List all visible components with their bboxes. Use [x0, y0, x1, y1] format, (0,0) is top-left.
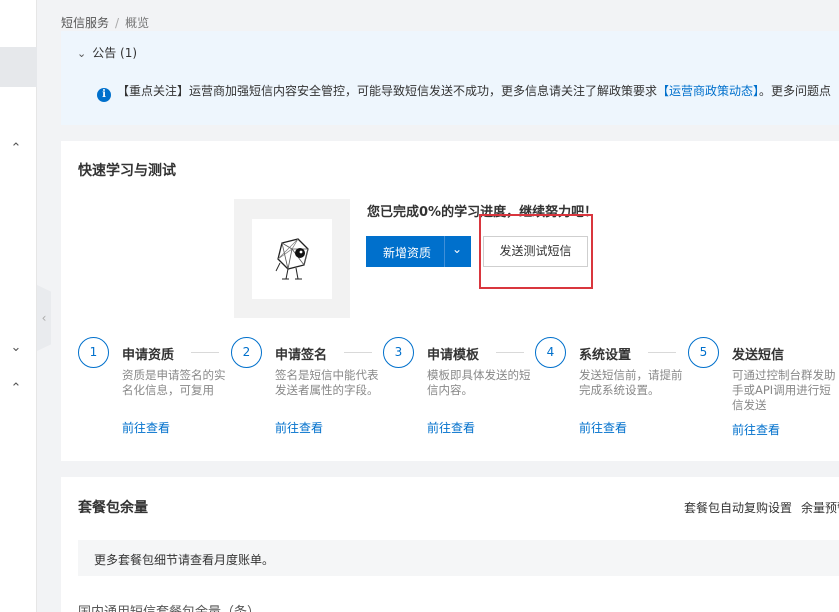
step-title: 申请资质: [122, 348, 175, 363]
sidebar: ⌃ ⌄ ⌃: [0, 0, 37, 612]
step-number: 1: [78, 337, 109, 368]
step-title: 发送短信: [732, 348, 785, 363]
carrier-policy-link[interactable]: 【运营商政策动态】: [657, 84, 759, 98]
main-content: 短信服务 / 概览 ⌄ 公告 (1) i 【重点关注】运营商加强短信内容安全管控，可能导…: [61, 0, 839, 612]
notice-header: 公告 (1): [92, 46, 138, 60]
robot-icon: [275, 238, 309, 280]
bill-tip-text: 更多套餐包细节请查看月度账单。: [94, 553, 275, 567]
chevron-down-icon[interactable]: ⌄: [8, 340, 24, 356]
step-title: 申请签名: [275, 348, 328, 363]
step-desc: 可通过控制台群发助手或API调用进行短信发送: [732, 368, 836, 412]
notice-toggle[interactable]: ⌄ 公告 (1): [77, 44, 137, 61]
package-links: 套餐包自动复购设置余量预警设: [684, 499, 839, 516]
domestic-package-subtitle: 国内通用短信套餐包余量（条）: [78, 601, 260, 612]
breadcrumb-root[interactable]: 短信服务: [61, 16, 109, 30]
info-icon: i: [97, 88, 111, 102]
step-view-link[interactable]: 前往查看: [275, 419, 323, 436]
quick-start-card: 快速学习与测试 您已完成0%的学习进度，继续努力吧！ 新增资质 ⌄ 发送测试短信…: [61, 141, 839, 461]
breadcrumb-separator: /: [115, 16, 120, 30]
chevron-down-icon: ⌄: [77, 47, 87, 60]
notice-text: 【重点关注】运营商加强短信内容安全管控，可能导致短信发送不成功，更多信息请关注了…: [117, 84, 658, 98]
balance-alert-settings-link[interactable]: 余量预警设: [801, 501, 839, 515]
step-desc: 模板即具体发送的短信内容。: [427, 368, 531, 397]
step-title: 申请模板: [427, 348, 480, 363]
breadcrumb: 短信服务 / 概览: [61, 14, 149, 31]
breadcrumb-current: 概览: [125, 16, 150, 30]
notice-panel: ⌄ 公告 (1) i 【重点关注】运营商加强短信内容安全管控，可能导致短信发送不成功…: [61, 31, 839, 125]
step-number: 5: [688, 337, 719, 368]
step-desc: 签名是短信中能代表发送者属性的字段。: [275, 368, 379, 397]
step-title: 系统设置: [579, 348, 632, 363]
step-desc: 发送短信前，请提前完成系统设置。: [579, 368, 683, 397]
package-balance-title: 套餐包余量: [78, 500, 148, 516]
add-qualification-button[interactable]: 新增资质 ⌄: [366, 236, 471, 267]
notice-body: i 【重点关注】运营商加强短信内容安全管控，可能导致短信发送不成功，更多信息请关注…: [97, 82, 831, 102]
bill-tip-bar: 更多套餐包细节请查看月度账单。: [78, 540, 839, 576]
quick-start-title: 快速学习与测试: [78, 163, 176, 179]
chevron-down-icon[interactable]: ⌄: [452, 242, 462, 256]
highlight-box: [479, 214, 593, 289]
chevron-up-icon[interactable]: ⌃: [8, 141, 24, 157]
sidebar-selected-item[interactable]: [0, 47, 37, 87]
package-balance-card: 套餐包余量 套餐包自动复购设置余量预警设 更多套餐包细节请查看月度账单。 国内通…: [61, 477, 839, 612]
chevron-up-icon[interactable]: ⌃: [8, 381, 24, 397]
step-view-link[interactable]: 前往查看: [579, 419, 627, 436]
step-number: 4: [535, 337, 566, 368]
step-number: 3: [383, 337, 414, 368]
step-desc: 资质是申请签名的实名化信息，可复用: [122, 368, 226, 397]
step-view-link[interactable]: 前往查看: [427, 419, 475, 436]
learning-illustration: [234, 199, 350, 318]
add-qualification-label: 新增资质: [383, 246, 432, 260]
step-view-link[interactable]: 前往查看: [732, 421, 780, 438]
notice-text-more: 。更多问题点: [759, 84, 832, 98]
step-view-link[interactable]: 前往查看: [122, 419, 170, 436]
sidebar-collapse-handle[interactable]: ‹: [37, 285, 51, 351]
step-number: 2: [231, 337, 262, 368]
auto-renew-settings-link[interactable]: 套餐包自动复购设置: [684, 501, 792, 515]
